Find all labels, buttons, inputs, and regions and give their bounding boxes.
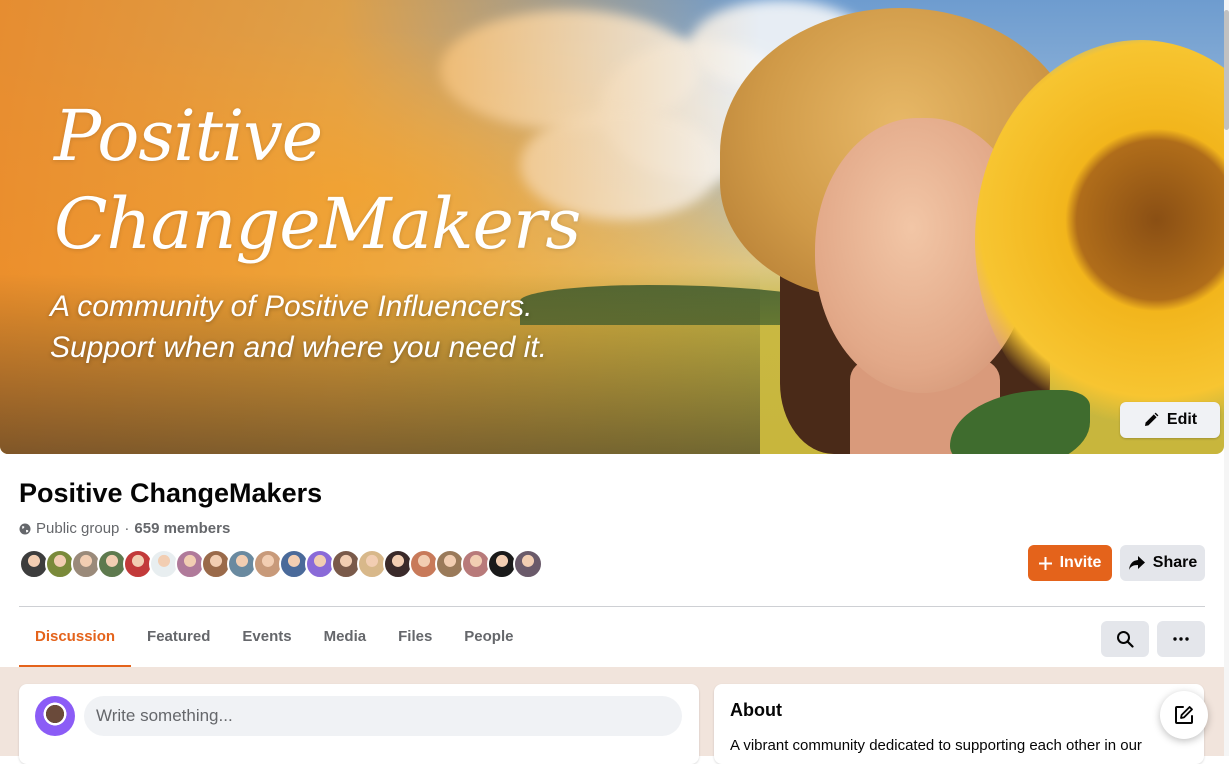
edit-cover-button[interactable]: Edit [1120,402,1220,438]
about-title: About [730,700,782,720]
share-label: Share [1152,554,1198,571]
search-icon [1117,631,1134,648]
member-count[interactable]: 659 members [134,520,230,537]
plus-icon [1038,556,1052,570]
compose-icon [1175,706,1193,724]
group-meta: Public group · 659 members [19,520,230,537]
share-button[interactable]: Share [1120,545,1205,581]
search-group-button[interactable] [1101,621,1149,657]
cover-title-line: ChangeMakers [54,183,581,265]
group-tabs: Discussion Featured Events Media Files P… [19,607,529,668]
tab-events[interactable]: Events [226,607,307,667]
more-dots-icon [1173,637,1189,641]
write-something-input[interactable] [84,696,682,736]
more-options-button[interactable] [1157,621,1205,657]
new-message-button[interactable] [1160,691,1208,739]
cover-tagline: A community of Positive Influencers. Sup… [50,286,547,368]
avatar[interactable] [35,696,75,736]
group-privacy[interactable]: Public group [36,520,119,537]
member-avatars[interactable] [19,549,543,579]
tab-files[interactable]: Files [382,607,448,667]
member-avatar[interactable] [513,549,543,579]
scrollbar-thumb[interactable] [1224,10,1229,130]
tab-featured[interactable]: Featured [131,607,226,667]
cover-title-line: Positive [54,95,323,177]
group-name[interactable]: Positive ChangeMakers [19,478,322,509]
meta-separator: · [124,520,130,537]
globe-icon [19,523,31,534]
page-scrollbar[interactable] [1224,0,1229,756]
tab-people[interactable]: People [448,607,529,667]
invite-button[interactable]: Invite [1028,545,1112,581]
edit-cover-label: Edit [1166,411,1198,428]
pencil-icon [1144,412,1159,426]
cover-title: Positive ChangeMakers [54,92,581,268]
tab-discussion[interactable]: Discussion [19,607,132,668]
share-arrow-icon [1128,556,1145,570]
post-composer [19,684,699,764]
invite-label: Invite [1059,554,1102,571]
cover-tagline-line: Support when and where you need it. [50,331,548,364]
cover-tagline-line: A community of Positive Influencers. [50,290,533,323]
tab-media[interactable]: Media [308,607,383,667]
about-description: A vibrant community dedicated to support… [730,737,1142,754]
about-card: About A vibrant community dedicated to s… [714,684,1204,764]
group-cover-photo: Positive ChangeMakers A community of Pos… [0,0,1224,454]
